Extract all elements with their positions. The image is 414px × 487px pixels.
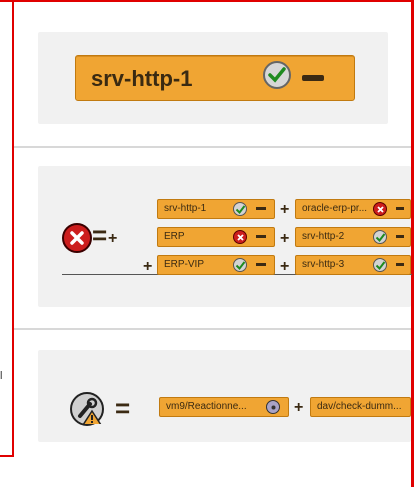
check-icon xyxy=(263,61,291,89)
host-pill[interactable]: srv-http-3 xyxy=(295,255,411,275)
host-label: srv-http-1 xyxy=(164,203,207,214)
plus-sign: + xyxy=(108,230,118,247)
host-label: srv-http-1 xyxy=(91,66,193,91)
error-icon xyxy=(373,202,387,216)
plus-sign: + xyxy=(280,201,290,218)
host-label: ERP-VIP xyxy=(164,259,205,270)
check-icon xyxy=(373,230,387,244)
divider xyxy=(14,328,411,330)
minus-icon[interactable] xyxy=(396,207,404,210)
check-icon xyxy=(233,202,247,216)
minus-icon[interactable] xyxy=(396,263,404,266)
frame-edge xyxy=(0,455,14,457)
host-label: vm9/Reactionne... xyxy=(166,401,247,412)
check-icon xyxy=(373,258,387,272)
host-label: oracle-erp-pr... xyxy=(302,203,368,214)
divider xyxy=(14,146,411,148)
minus-icon[interactable] xyxy=(396,235,404,238)
host-pill[interactable]: srv-http-2 xyxy=(295,227,411,247)
frame-edge xyxy=(12,0,14,457)
minus-icon[interactable] xyxy=(256,207,266,210)
equals-sign: = xyxy=(115,393,131,423)
minus-icon[interactable] xyxy=(256,235,266,238)
plus-sign: + xyxy=(143,258,153,275)
error-icon xyxy=(233,230,247,244)
unknown-status-icon xyxy=(266,400,280,414)
host-pill[interactable]: oracle-erp-pr... xyxy=(295,199,411,219)
plus-sign: + xyxy=(294,399,304,416)
plus-sign: + xyxy=(280,230,290,247)
host-label: srv-http-3 xyxy=(302,259,345,270)
equals-sign: = xyxy=(92,220,108,250)
frame-edge xyxy=(14,0,414,2)
host-label: srv-http-2 xyxy=(302,231,345,242)
host-pill[interactable]: dav/check-dumm... xyxy=(310,397,411,417)
minus-icon[interactable] xyxy=(302,75,324,81)
host-label: ERP xyxy=(164,231,185,242)
stray-text: l xyxy=(0,370,3,382)
plus-sign: + xyxy=(280,258,290,275)
error-icon xyxy=(62,223,92,253)
host-label: dav/check-dumm... xyxy=(317,401,402,412)
maintenance-warning-icon xyxy=(70,392,104,426)
check-icon xyxy=(233,258,247,272)
minus-icon[interactable] xyxy=(256,263,266,266)
